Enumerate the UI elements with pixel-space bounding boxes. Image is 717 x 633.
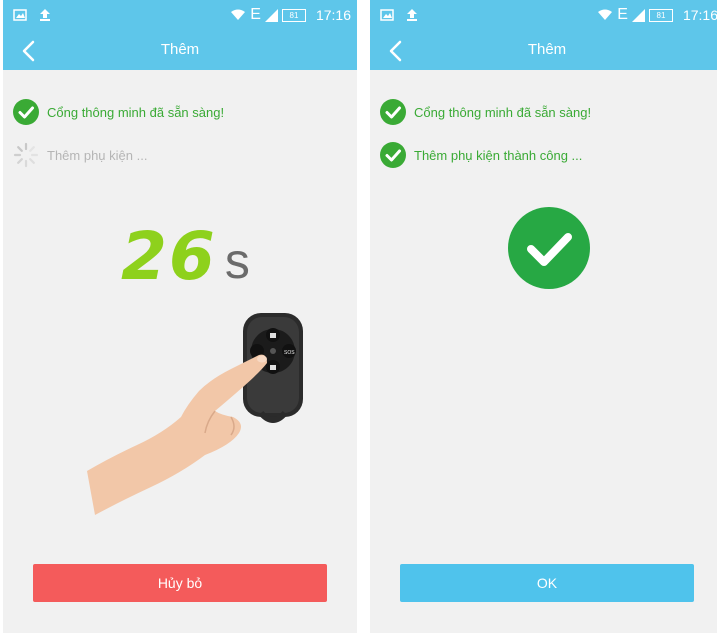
step-label: Thêm phụ kiện thành công ... (414, 147, 583, 163)
clock: 17:16 (315, 7, 351, 23)
step-label: Cổng thông minh đã sẵn sàng! (47, 104, 225, 120)
step-adding-accessory: Thêm phụ kiện ... (13, 141, 147, 169)
battery-indicator: 81 (648, 8, 673, 22)
hand-icon (87, 354, 267, 515)
countdown-timer: 26 s (121, 222, 250, 292)
status-bar: E 81 17:16 (3, 0, 357, 32)
check-circle-icon (380, 142, 406, 168)
loading-spinner-icon (13, 142, 39, 168)
step-accessory-added: Thêm phụ kiện thành công ... (380, 141, 582, 169)
countdown-unit: s (224, 233, 250, 289)
step-gateway-ready: Cổng thông minh đã sẵn sàng! (380, 98, 591, 126)
image-notification-icon (380, 8, 394, 21)
network-type: E (250, 6, 261, 23)
countdown-value: 26 (121, 218, 217, 295)
wifi-icon (598, 9, 613, 20)
upload-icon (40, 9, 50, 21)
clock: 17:16 (682, 7, 717, 23)
step-label: Thêm phụ kiện ... (47, 147, 148, 163)
hand-pressing-remote-illustration: SOS (87, 313, 303, 515)
status-bar: E 81 17:16 (370, 0, 717, 32)
ok-button[interactable]: OK (400, 564, 694, 602)
cancel-button[interactable]: Hủy bỏ (33, 564, 327, 602)
step-label: Cổng thông minh đã sẵn sàng! (414, 104, 592, 120)
upload-icon (407, 9, 417, 21)
battery-indicator: 81 (281, 8, 306, 22)
sos-label: SOS (284, 350, 295, 356)
nav-bar: Thêm (3, 32, 357, 70)
screen-success: E 81 17:16 Thêm Cổng thông minh đã sẵn s… (370, 0, 717, 633)
image-notification-icon (13, 8, 27, 21)
network-type: E (617, 6, 628, 23)
signal-icon (264, 8, 278, 22)
check-circle-icon (13, 99, 39, 125)
screen-adding: E 81 17:16 Thêm Cổng thông minh đã sẵn s… (3, 0, 357, 633)
nav-bar: Thêm (370, 32, 717, 70)
signal-icon (631, 8, 645, 22)
success-check-icon (508, 207, 590, 289)
step-gateway-ready: Cổng thông minh đã sẵn sàng! (13, 98, 224, 126)
page-title: Thêm (160, 41, 200, 58)
check-circle-icon (380, 99, 406, 125)
wifi-icon (231, 9, 246, 20)
page-title: Thêm (527, 41, 567, 58)
